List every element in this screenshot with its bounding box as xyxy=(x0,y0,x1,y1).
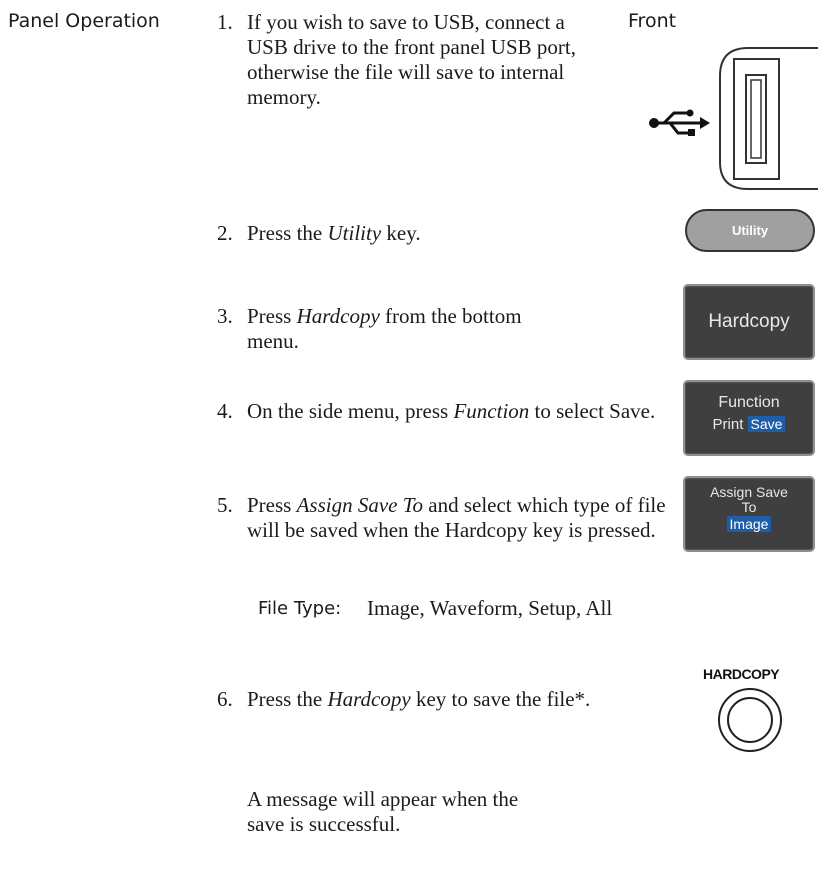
utility-key[interactable]: Utility xyxy=(685,209,815,252)
file-type-value: Image, Waveform, Setup, All xyxy=(367,596,613,620)
step-6-number: 6. xyxy=(217,687,233,711)
step-3-text: Press Hardcopy from the bottom menu. xyxy=(247,304,522,353)
step-3-number: 3. xyxy=(217,304,233,328)
hardcopy-round-key-icon[interactable] xyxy=(716,686,784,754)
assign-title-line2: To xyxy=(741,499,757,515)
step-1-text: If you wish to save to USB, connect a US… xyxy=(247,10,576,109)
front-label: Front xyxy=(628,10,677,32)
assign-save-to-button[interactable]: Assign Save To Image xyxy=(683,476,815,552)
step-6-text: Press the Hardcopy key to save the file*… xyxy=(247,687,591,711)
function-title: Function xyxy=(718,394,780,411)
function-print-option: Print xyxy=(712,416,744,433)
step-5-text: Press Assign Save To and select which ty… xyxy=(247,493,666,542)
step-1-number: 1. xyxy=(217,10,233,34)
function-menu-button[interactable]: Function Print Save xyxy=(683,380,815,456)
usb-port-icon xyxy=(719,47,818,190)
step-5-number: 5. xyxy=(217,493,233,517)
usb-icon xyxy=(649,109,710,136)
hardcopy-menu-button[interactable]: Hardcopy xyxy=(683,284,815,360)
step-2-number: 2. xyxy=(217,221,233,245)
assign-title-line1: Assign Save xyxy=(710,484,788,500)
step-4-number: 4. xyxy=(217,399,233,423)
hardcopy-key-label: HARDCOPY xyxy=(703,666,780,682)
success-message-text: A message will appear when the save is s… xyxy=(247,787,519,836)
file-type-label: File Type: xyxy=(258,598,342,619)
step-4-text: On the side menu, press Function to sele… xyxy=(247,399,656,423)
function-save-option: Save xyxy=(747,416,786,432)
usb-port-illustration xyxy=(649,47,818,190)
assign-value: Image xyxy=(726,516,772,532)
step-2-text: Press the Utility key. xyxy=(247,221,421,245)
section-label: Panel Operation xyxy=(8,10,160,32)
